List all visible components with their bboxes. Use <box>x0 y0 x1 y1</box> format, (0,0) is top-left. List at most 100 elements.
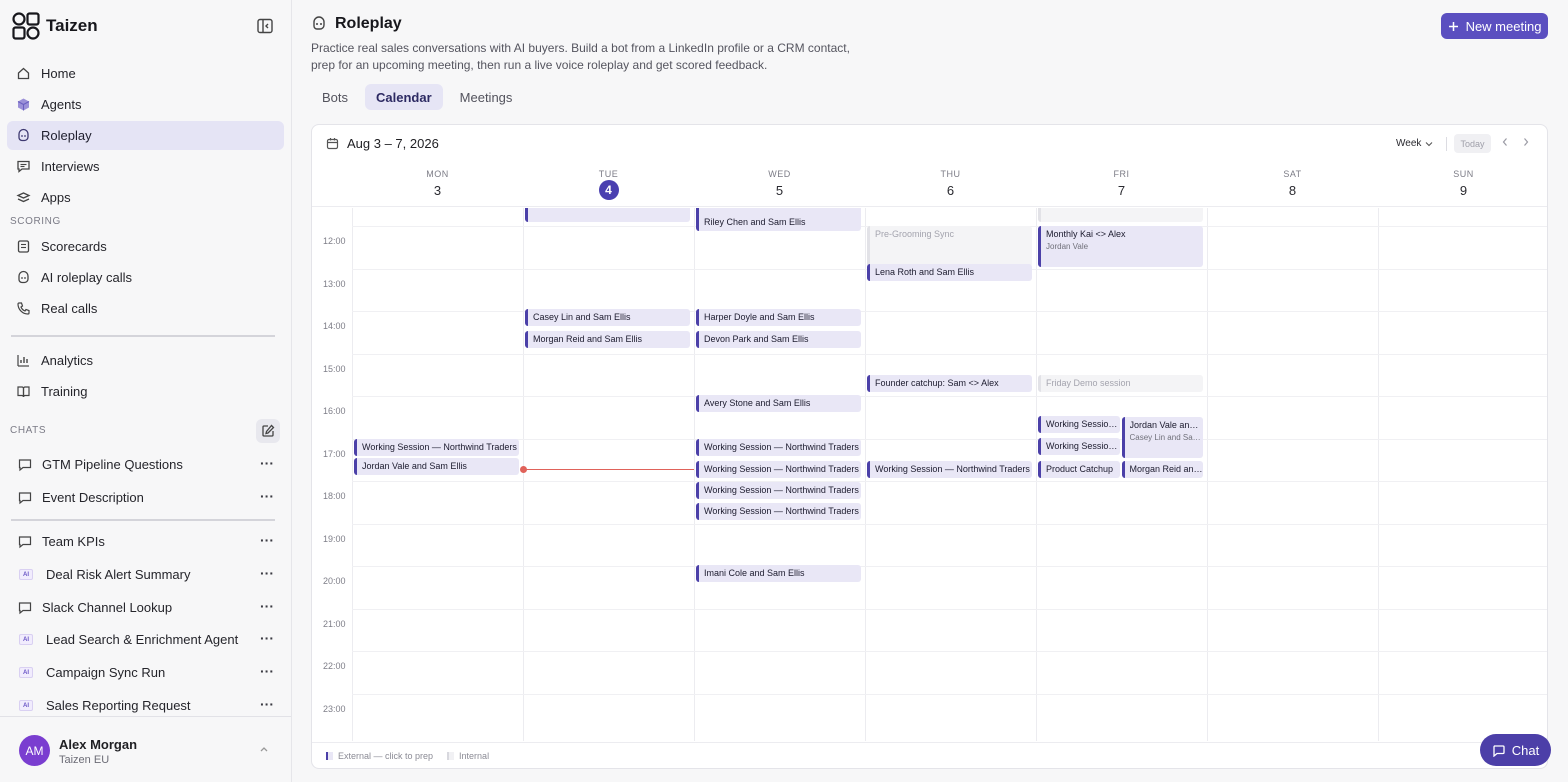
calendar-event[interactable]: Working Session — Northwind Traders <box>696 481 861 499</box>
tab-calendar[interactable]: Calendar <box>365 84 443 110</box>
new-meeting-button[interactable]: New meeting <box>1441 13 1548 39</box>
calendar-event[interactable]: Friday Demo session <box>1038 374 1203 392</box>
sidebar-item-analytics[interactable]: Analytics <box>7 346 284 375</box>
calendar-event[interactable]: Casey Lin and Sam Ellis <box>525 308 690 326</box>
sidebar-item-roleplay[interactable]: Roleplay <box>7 121 284 150</box>
day-header-wed: WED 5 <box>694 163 865 207</box>
view-select[interactable]: Week <box>1396 138 1433 149</box>
event-title: Working Session — Northwind Traders <box>704 442 859 453</box>
calendar-event[interactable]: Riley Chen and Sam Ellis <box>696 214 861 232</box>
sidebar-item-interviews[interactable]: Interviews <box>7 152 284 181</box>
hour-label: 22:00 <box>323 661 346 671</box>
calendar-event[interactable]: Lena Roth and Sam Ellis <box>867 264 1032 282</box>
chat-bubble-icon <box>18 601 32 614</box>
sidebar-item-scorecards[interactable]: Scorecards <box>7 232 284 261</box>
calendar-event[interactable]: Devon Park and Sam Ellis <box>696 330 861 348</box>
more-options-icon[interactable]: ··· <box>260 631 274 645</box>
home-icon <box>17 67 30 80</box>
event-title: Founder catchup: Sam <> Alex <box>875 377 999 388</box>
nav-label: Roleplay <box>41 128 92 143</box>
day-column-divider <box>865 208 866 741</box>
chat-item[interactable]: Slack Channel Lookup ··· <box>7 593 284 622</box>
chat-item[interactable]: GTM Pipeline Questions ··· <box>7 450 284 479</box>
calendar-event[interactable]: Working Session — Northwind Traders <box>1038 415 1120 433</box>
next-week-button[interactable] <box>1519 135 1533 149</box>
calendar-event[interactable]: Working Session — Northwind Traders <box>696 460 861 478</box>
hour-gridline <box>352 396 1547 397</box>
brand-name: Taizen <box>46 16 98 35</box>
calendar-event[interactable]: Working Session — Northwind Traders <box>867 460 1032 478</box>
collapse-sidebar-icon[interactable] <box>256 17 274 35</box>
calendar-event[interactable]: Founder catchup: Sam <> Alex <box>867 374 1032 392</box>
event-title: Product Catchup <box>1046 463 1114 474</box>
event-title: Imani Cole and Sam Ellis <box>704 568 805 579</box>
more-options-icon[interactable]: ··· <box>260 566 274 580</box>
tab-bots[interactable]: Bots <box>311 84 359 110</box>
calendar-event[interactable]: Morgan Reid and Sam Ellis <box>1121 460 1203 478</box>
sidebar-item-home[interactable]: Home <box>7 59 284 88</box>
user-org: Taizen EU <box>59 754 110 766</box>
hour-label: 19:00 <box>323 533 346 544</box>
more-options-icon[interactable]: ··· <box>260 664 274 678</box>
sidebar-item-training[interactable]: Training <box>7 377 284 406</box>
calendar-event[interactable] <box>525 208 690 222</box>
calendar-event[interactable]: Morgan Reid and Sam Ellis <box>525 330 690 348</box>
chat-button[interactable]: Chat <box>1480 734 1551 766</box>
new-chat-button[interactable] <box>256 419 280 443</box>
avatar: AM <box>19 735 50 766</box>
chevron-up-icon[interactable] <box>258 745 270 755</box>
event-title: Lena Roth and Sam Ellis <box>875 267 975 278</box>
more-options-icon[interactable]: ··· <box>260 533 274 547</box>
edit-icon <box>262 424 275 437</box>
chat-item[interactable]: AI Deal Risk Alert Summary ··· <box>7 560 284 589</box>
hour-label: 14:00 <box>323 321 346 331</box>
calendar-event[interactable]: Harper Doyle and Sam Ellis <box>696 308 861 326</box>
chat-item[interactable]: AI Lead Search & Enrichment Agent ··· <box>7 625 284 654</box>
sidebar-item-real-calls[interactable]: Real calls <box>7 294 284 323</box>
calendar-event[interactable]: Working Session — Northwind Traders <box>1038 437 1120 455</box>
calendar-event[interactable]: Monthly Kai <> Alex Jordan Vale <box>1038 226 1203 267</box>
event-subtitle: Jordan Vale <box>1046 242 1089 251</box>
day-header-thu: THU 6 <box>865 163 1036 207</box>
sidebar-item-apps[interactable]: Apps <box>7 183 284 212</box>
calendar-event[interactable]: Product Catchup <box>1038 460 1120 478</box>
chat-item[interactable]: Event Description ··· <box>7 483 284 512</box>
more-options-icon[interactable]: ··· <box>260 456 274 470</box>
calendar-event[interactable]: Imani Cole and Sam Ellis <box>696 565 861 583</box>
brand[interactable]: Taizen <box>12 12 98 40</box>
tab-meetings[interactable]: Meetings <box>449 84 524 110</box>
sidebar-item-ai-roleplay-calls[interactable]: AI roleplay calls <box>7 263 284 292</box>
calendar-event[interactable]: Jordan Vale and Sam Ellis <box>354 458 519 476</box>
day-header-tue: TUE 4 <box>523 163 694 207</box>
calendar-event[interactable]: Pre-Grooming Sync <box>867 226 1032 267</box>
calendar-event[interactable]: Working Session — Northwind Traders <box>354 439 519 457</box>
nav-label: Apps <box>41 190 71 205</box>
calendar-range: Aug 3 – 7, 2026 <box>326 136 439 151</box>
calendar-grid: 12:00 13:00 14:00 15:00 16:00 17:00 18:00 19:00… <box>312 208 1547 741</box>
calendar-event[interactable]: Avery Stone and Sam Ellis <box>696 395 861 413</box>
more-options-icon[interactable]: ··· <box>260 697 274 711</box>
chat-item[interactable]: Team KPIs ··· <box>7 527 284 556</box>
sidebar-divider <box>11 335 275 337</box>
hour-gridline <box>352 693 1547 695</box>
roleplay-icon <box>18 128 29 142</box>
chat-item[interactable]: AI Campaign Sync Run ··· <box>7 658 284 687</box>
event-title: Harper Doyle and Sam Ellis <box>704 311 815 322</box>
today-button[interactable]: Today <box>1454 134 1491 153</box>
calendar-event[interactable]: Jordan Vale and Sam Ellis Casey Lin and S… <box>1121 417 1203 459</box>
more-options-icon[interactable]: ··· <box>260 599 274 613</box>
calendar-event[interactable] <box>1038 208 1203 222</box>
event-title: Friday Demo session <box>1046 377 1131 388</box>
hour-label: 16:00 <box>323 406 346 416</box>
day-header-fri: FRI 7 <box>1036 163 1207 207</box>
calendar-event[interactable]: Working Session — Northwind Traders <box>696 439 861 457</box>
sidebar-item-agents[interactable]: Agents <box>7 90 284 119</box>
more-options-icon[interactable]: ··· <box>260 489 274 503</box>
calendar-event[interactable]: Working Session — Northwind Traders <box>696 503 861 521</box>
event-title: Morgan Reid and Sam Ellis <box>533 333 643 344</box>
prev-week-button[interactable] <box>1498 135 1512 149</box>
hour-gridline <box>352 566 1547 567</box>
user-menu[interactable]: AM Alex Morgan Taizen EU <box>0 716 291 782</box>
ai-badge-icon: AI <box>19 667 33 678</box>
day-number: 5 <box>775 183 784 198</box>
